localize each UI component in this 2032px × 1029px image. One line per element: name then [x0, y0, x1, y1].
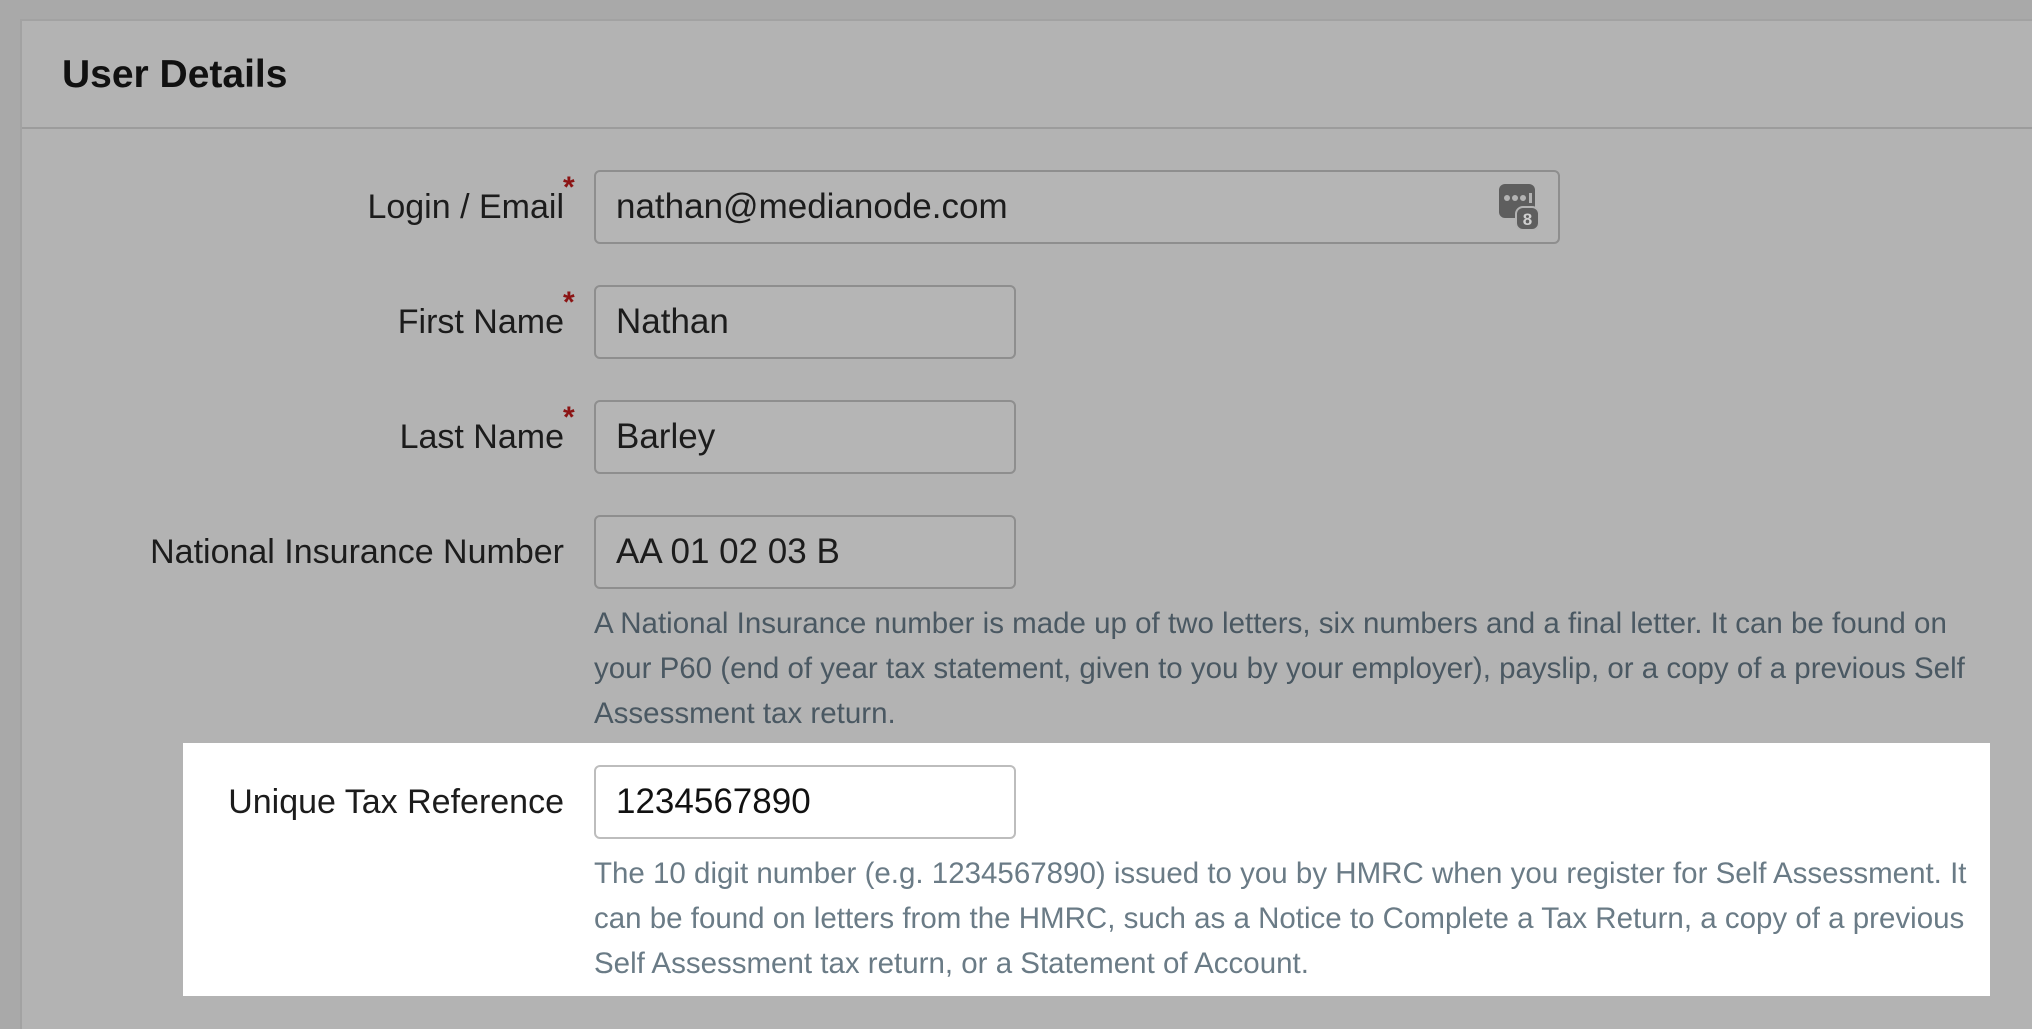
ni-number-help-text: A National Insurance number is made up o… — [594, 607, 1965, 730]
ni-number-input[interactable] — [594, 515, 1016, 589]
last-name-required-mark: * — [563, 401, 575, 434]
svg-text:8: 8 — [1523, 210, 1532, 229]
login-email-label: Login / Email — [367, 188, 564, 226]
utr-label: Unique Tax Reference — [228, 783, 564, 821]
ni-number-label: National Insurance Number — [150, 533, 564, 571]
last-name-label: Last Name — [399, 418, 564, 456]
panel-header: User Details — [22, 21, 2032, 129]
first-name-label: First Name — [397, 303, 564, 341]
first-name-input[interactable] — [594, 285, 1016, 359]
last-name-input[interactable] — [594, 400, 1016, 474]
login-email-input[interactable] — [594, 170, 1560, 244]
utr-help-text: The 10 digit number (e.g. 1234567890) is… — [594, 857, 1967, 980]
password-manager-icon[interactable]: 8 — [1499, 184, 1539, 230]
first-name-required-mark: * — [563, 286, 575, 319]
utr-input[interactable] — [594, 765, 1016, 839]
login-email-required-mark: * — [563, 171, 575, 204]
panel-title: User Details — [62, 53, 288, 96]
